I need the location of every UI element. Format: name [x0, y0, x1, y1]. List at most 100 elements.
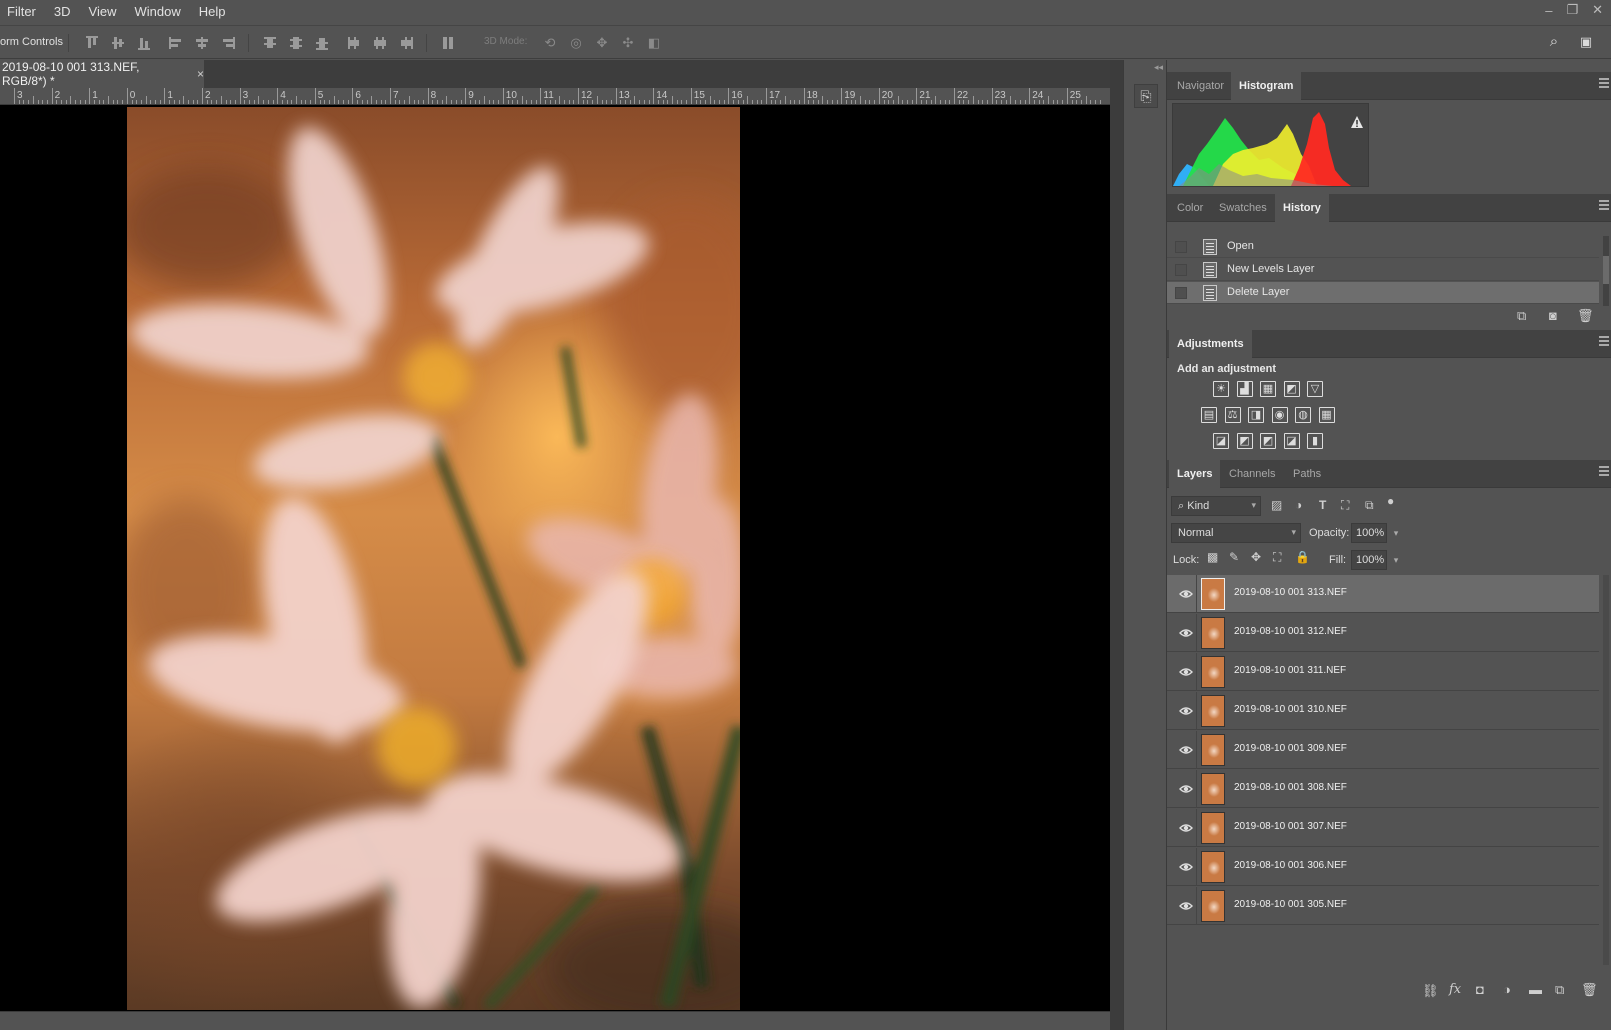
history-scrollbar[interactable] — [1603, 236, 1609, 306]
opacity-input[interactable]: 100% — [1351, 523, 1387, 543]
eye-icon[interactable] — [1179, 665, 1193, 679]
align-right-edges-icon[interactable] — [220, 35, 236, 51]
filter-pixel-icon[interactable]: ▨ — [1271, 498, 1282, 512]
layer-row[interactable]: 2019-08-10 001 306.NEF — [1167, 848, 1599, 886]
lock-all-icon[interactable]: 🔒 — [1295, 550, 1310, 564]
tab-adjustments[interactable]: Adjustments — [1169, 330, 1252, 358]
hue-saturation-icon[interactable]: ▤ — [1201, 407, 1217, 423]
history-snapshot-checkbox[interactable] — [1175, 264, 1187, 276]
tab-history[interactable]: History — [1275, 194, 1329, 222]
close-window-button[interactable]: ✕ — [1592, 2, 1603, 18]
black-white-icon[interactable]: ◨ — [1248, 407, 1264, 423]
panel-menu-icon[interactable] — [1599, 200, 1609, 212]
layer-name[interactable]: 2019-08-10 001 305.NEF — [1234, 899, 1347, 910]
scroll-thumb[interactable] — [1603, 256, 1609, 284]
new-layer-icon[interactable]: ⧉ — [1555, 982, 1564, 998]
tab-paths[interactable]: Paths — [1285, 460, 1329, 488]
vibrance-icon[interactable]: ▽ — [1307, 381, 1323, 397]
distribute-top-icon[interactable] — [262, 35, 278, 51]
layer-row[interactable]: 2019-08-10 001 310.NEF — [1167, 692, 1599, 730]
history-snapshot-checkbox[interactable] — [1175, 287, 1187, 299]
warning-icon[interactable] — [1351, 116, 1363, 128]
gradient-map-icon[interactable]: ▮ — [1307, 433, 1323, 449]
3d-scale-icon[interactable]: ◧ — [646, 35, 662, 51]
layers-scrollbar[interactable] — [1603, 575, 1609, 965]
new-document-from-state-icon[interactable]: ⧉ — [1517, 308, 1526, 324]
menu-window[interactable]: Window — [127, 0, 191, 24]
photo-filter-icon[interactable]: ◉ — [1271, 407, 1288, 423]
history-item-selected[interactable]: Delete Layer — [1167, 282, 1599, 304]
align-horizontal-centers-icon[interactable] — [194, 35, 210, 51]
blend-mode-select[interactable]: Normal ▾ — [1171, 523, 1301, 543]
layer-thumbnail[interactable] — [1201, 773, 1225, 805]
layer-name[interactable]: 2019-08-10 001 312.NEF — [1234, 626, 1347, 637]
layer-thumbnail[interactable] — [1201, 890, 1225, 922]
distribute-right-icon[interactable] — [398, 35, 414, 51]
filter-toggle-icon[interactable]: ● — [1387, 494, 1394, 508]
invert-icon[interactable]: ◪ — [1213, 433, 1229, 449]
curves-icon[interactable]: ▦ — [1260, 381, 1276, 397]
brightness-contrast-icon[interactable]: ☀ — [1213, 381, 1229, 397]
tab-swatches[interactable]: Swatches — [1211, 194, 1275, 222]
layer-row[interactable]: 2019-08-10 001 312.NEF — [1167, 614, 1599, 652]
delete-state-icon[interactable]: 🗑 — [1577, 308, 1594, 324]
distribute-vertical-centers-icon[interactable] — [288, 35, 304, 51]
filter-shape-icon[interactable]: ⛶ — [1341, 498, 1349, 513]
layer-name[interactable]: 2019-08-10 001 306.NEF — [1234, 860, 1347, 871]
new-group-icon[interactable]: ▬ — [1529, 982, 1542, 997]
lock-artboard-icon[interactable]: ⛶ — [1273, 550, 1281, 565]
filter-smart-object-icon[interactable]: ⧉ — [1365, 498, 1374, 513]
lock-transparent-pixels-icon[interactable]: ▩ — [1207, 550, 1218, 564]
eye-icon[interactable] — [1179, 860, 1193, 874]
layer-style-fx-icon[interactable]: fx — [1449, 982, 1461, 997]
dock-collapse-strip[interactable] — [1110, 60, 1123, 1030]
layer-name[interactable]: 2019-08-10 001 313.NEF — [1234, 587, 1347, 598]
menu-help[interactable]: Help — [192, 0, 237, 24]
close-document-icon[interactable]: × — [197, 67, 204, 81]
layer-name[interactable]: 2019-08-10 001 307.NEF — [1234, 821, 1347, 832]
panel-menu-icon[interactable] — [1599, 466, 1609, 478]
delete-layer-icon[interactable]: 🗑 — [1581, 982, 1598, 998]
layer-name[interactable]: 2019-08-10 001 309.NEF — [1234, 743, 1347, 754]
color-balance-icon[interactable]: ⚖ — [1224, 407, 1241, 423]
eye-icon[interactable] — [1179, 821, 1193, 835]
lock-position-icon[interactable]: ✥ — [1251, 550, 1261, 564]
minimize-button[interactable]: – — [1545, 3, 1552, 18]
layer-thumbnail[interactable] — [1201, 578, 1225, 610]
layer-name[interactable]: 2019-08-10 001 308.NEF — [1234, 782, 1347, 793]
panel-menu-icon[interactable] — [1599, 336, 1609, 348]
layer-thumbnail[interactable] — [1201, 617, 1225, 649]
distribute-bottom-icon[interactable] — [314, 35, 330, 51]
3d-roll-icon[interactable]: ◎ — [568, 35, 584, 51]
eye-icon[interactable] — [1179, 587, 1193, 601]
history-item[interactable]: Open — [1167, 236, 1599, 258]
document-tab[interactable]: 2019-08-10 001 313.NEF, RGB/8*) * × — [0, 60, 204, 88]
add-mask-icon[interactable]: ◘ — [1476, 982, 1484, 997]
layer-row[interactable]: 2019-08-10 001 308.NEF — [1167, 770, 1599, 808]
layer-thumbnail[interactable] — [1201, 812, 1225, 844]
eye-icon[interactable] — [1179, 743, 1193, 757]
threshold-icon[interactable]: ◩ — [1260, 433, 1276, 449]
layer-thumbnail[interactable] — [1201, 734, 1225, 766]
filter-adjustment-icon[interactable]: ◑ — [1295, 498, 1302, 512]
levels-icon[interactable]: ▟ — [1236, 381, 1253, 397]
fill-input[interactable]: 100% — [1351, 550, 1387, 570]
search-icon[interactable]: ⌕ — [1546, 34, 1562, 50]
eye-icon[interactable] — [1179, 626, 1193, 640]
tab-layers[interactable]: Layers — [1169, 460, 1221, 488]
auto-align-layers-icon[interactable] — [440, 35, 456, 51]
restore-button[interactable]: ❐ — [1566, 2, 1578, 18]
distribute-horizontal-centers-icon[interactable] — [372, 35, 388, 51]
layer-thumbnail[interactable] — [1201, 851, 1225, 883]
collapse-dock-icon[interactable]: ◂◂ — [1154, 62, 1163, 73]
menu-view[interactable]: View — [82, 0, 128, 24]
chevron-down-icon[interactable]: ▾ — [1389, 550, 1403, 570]
selective-color-icon[interactable]: ◪ — [1283, 433, 1300, 449]
eye-icon[interactable] — [1179, 704, 1193, 718]
layer-thumbnail[interactable] — [1201, 695, 1225, 727]
tab-channels[interactable]: Channels — [1221, 460, 1283, 488]
create-snapshot-icon[interactable]: ◙ — [1549, 308, 1557, 323]
history-item[interactable]: New Levels Layer — [1167, 259, 1599, 281]
3d-pan-icon[interactable]: ✥ — [594, 35, 610, 51]
layer-row[interactable]: 2019-08-10 001 313.NEF — [1167, 575, 1599, 613]
